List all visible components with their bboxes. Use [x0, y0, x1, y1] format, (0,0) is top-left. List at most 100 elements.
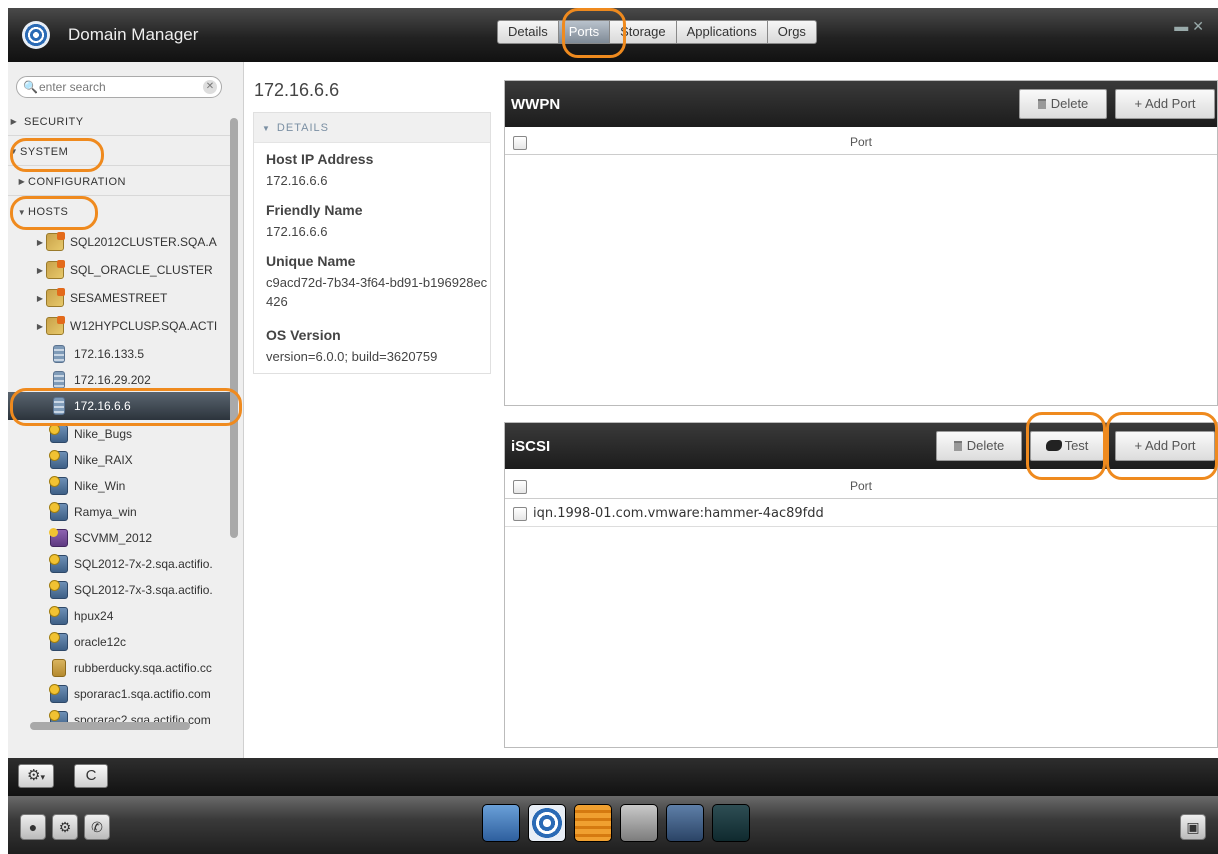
host-icon — [49, 606, 68, 625]
chevron-down-icon: ▾ — [40, 772, 45, 782]
host-item[interactable]: SQL2012-7x-2.sqa.actifio. — [8, 550, 232, 578]
refresh-icon: C — [85, 767, 97, 784]
wwpn-delete-button[interactable]: Delete — [1019, 89, 1107, 119]
tab-details[interactable]: Details — [497, 20, 559, 44]
tree-security[interactable]: ▶ SECURITY — [8, 108, 232, 136]
tab-storage[interactable]: Storage — [610, 20, 677, 44]
triangle-right-icon: ▶ — [36, 293, 44, 303]
triangle-down-icon: ▼ — [262, 124, 271, 133]
target-logo-icon — [22, 21, 50, 49]
host-item[interactable]: Nike_Bugs — [8, 420, 232, 448]
os-version-value: version=6.0.0; build=3620759 — [266, 349, 438, 364]
host-item[interactable]: Ramya_win — [8, 498, 232, 526]
host-ip-value: 172.16.6.6 — [266, 173, 328, 188]
dock: ● ⚙ ✆ ▣ — [8, 796, 1218, 854]
host-icon — [49, 502, 68, 521]
minimize-icon[interactable]: ▬ — [1174, 18, 1192, 34]
cluster-icon — [46, 260, 65, 279]
triangle-down-icon: ▼ — [17, 207, 27, 217]
gear-icon: ⚙ — [27, 767, 41, 784]
tree-system[interactable]: ▼ SYSTEM — [8, 138, 232, 166]
row-checkbox[interactable] — [513, 507, 527, 521]
host-icon — [49, 684, 68, 703]
host-item[interactable]: SCVMM_2012 — [8, 524, 232, 552]
host-icon — [49, 554, 68, 573]
sidebar: 🔍 ✕ ▶SECURITY ▼SYSTEM ▶CONFIGURATION ▼HO… — [8, 62, 244, 758]
unique-name-value: c9acd72d-7b34-3f64-bd91-b196928ec426 — [266, 275, 488, 309]
iscsi-title: iSCSI — [511, 438, 551, 455]
details-section-header[interactable]: ▼ DETAILS — [254, 113, 490, 143]
cluster-icon — [46, 232, 65, 251]
host-item-selected[interactable]: 172.16.6.6 — [8, 392, 232, 420]
iscsi-panel: iSCSI Delete Test + Add Port Port iqn.19… — [504, 422, 1218, 748]
trash-icon — [953, 441, 962, 451]
tab-ports[interactable]: Ports — [558, 20, 611, 44]
host-item[interactable]: ▶ W12HYPCLUSP.SQA.ACTI — [8, 312, 232, 340]
window-controls[interactable]: ▬✕ — [1174, 18, 1208, 35]
phone-icon[interactable]: ✆ — [84, 814, 110, 840]
network-app-icon[interactable] — [482, 804, 520, 842]
wwpn-column-header: Port — [505, 131, 1217, 155]
iscsi-add-port-button[interactable]: + Add Port — [1115, 431, 1215, 461]
bottom-toolbar: ⚙▾ C — [8, 758, 1218, 796]
host-item[interactable]: ▶ SQL2012CLUSTER.SQA.A — [8, 228, 232, 256]
iscsi-port-column[interactable]: Port — [505, 479, 1217, 493]
host-item[interactable]: rubberducky.sqa.actifio.cc — [8, 654, 232, 682]
wwpn-title: WWPN — [511, 96, 561, 113]
host-icon — [49, 424, 68, 443]
server-icon — [53, 345, 65, 363]
server-icon — [53, 371, 65, 389]
glove-icon — [1045, 440, 1062, 451]
host-item[interactable]: 172.16.29.202 — [8, 366, 232, 394]
tree-configuration[interactable]: ▶ CONFIGURATION — [8, 168, 232, 196]
sidebar-horizontal-scrollbar[interactable] — [30, 722, 190, 730]
unique-name-label: Unique Name — [266, 253, 356, 269]
search-input[interactable] — [39, 79, 199, 95]
search-icon: 🔍 — [23, 80, 38, 94]
wwpn-add-port-button[interactable]: + Add Port — [1115, 89, 1215, 119]
gear-menu-button[interactable]: ⚙▾ — [18, 764, 54, 788]
gear-icon[interactable]: ⚙ — [52, 814, 78, 840]
title-bar: Domain Manager Details Ports Storage App… — [8, 8, 1218, 62]
table-row[interactable]: iqn.1998-01.com.vmware:hammer-4ac89fdd — [505, 501, 1217, 527]
domain-manager-app-icon[interactable] — [528, 804, 566, 842]
refresh-button[interactable]: C — [74, 764, 108, 788]
sidebar-vertical-scrollbar[interactable] — [230, 118, 238, 538]
host-item[interactable]: Nike_Win — [8, 472, 232, 500]
tab-orgs[interactable]: Orgs — [767, 20, 817, 44]
host-item[interactable]: SQL2012-7x-3.sqa.actifio. — [8, 576, 232, 604]
database-icon — [52, 659, 66, 677]
host-item[interactable]: oracle12c — [8, 628, 232, 656]
tab-bar: Details Ports Storage Applications Orgs — [497, 20, 817, 44]
host-item[interactable]: ▶ SQL_ORACLE_CLUSTER — [8, 256, 232, 284]
tree-hosts[interactable]: ▼ HOSTS — [8, 198, 232, 226]
clear-search-icon[interactable]: ✕ — [203, 80, 217, 94]
iscsi-delete-button[interactable]: Delete — [936, 431, 1022, 461]
host-item[interactable]: 172.16.133.5 — [8, 340, 232, 368]
host-item[interactable]: Nike_RAIX — [8, 446, 232, 474]
details-panel: ▼ DETAILS Host IP Address 172.16.6.6 Frie… — [253, 112, 491, 374]
iscsi-header: iSCSI Delete Test + Add Port — [505, 423, 1217, 469]
lock-icon[interactable]: ● — [20, 814, 46, 840]
server-icon — [53, 397, 65, 415]
settings-app-icon[interactable] — [620, 804, 658, 842]
tab-applications[interactable]: Applications — [676, 20, 768, 44]
host-icon — [49, 450, 68, 469]
report-app-icon[interactable] — [666, 804, 704, 842]
wwpn-panel: WWPN Delete + Add Port Port — [504, 80, 1218, 406]
wwpn-port-column[interactable]: Port — [505, 135, 1217, 149]
friendly-name-value: 172.16.6.6 — [266, 224, 328, 239]
host-title: 172.16.6.6 — [254, 80, 340, 100]
host-item[interactable]: hpux24 — [8, 602, 232, 630]
close-icon[interactable]: ✕ — [1192, 18, 1208, 34]
monitor-app-icon[interactable] — [712, 804, 750, 842]
iscsi-column-header: Port — [505, 475, 1217, 499]
iscsi-test-button[interactable]: Test — [1030, 431, 1104, 461]
storage-app-icon[interactable] — [574, 804, 612, 842]
host-item[interactable]: sporarac1.sqa.actifio.com — [8, 680, 232, 708]
search-box: 🔍 ✕ — [16, 76, 222, 98]
trash-icon — [1037, 99, 1046, 109]
host-icon — [49, 632, 68, 651]
host-item[interactable]: ▶ SESAMESTREET — [8, 284, 232, 312]
book-icon[interactable]: ▣ — [1180, 814, 1206, 840]
